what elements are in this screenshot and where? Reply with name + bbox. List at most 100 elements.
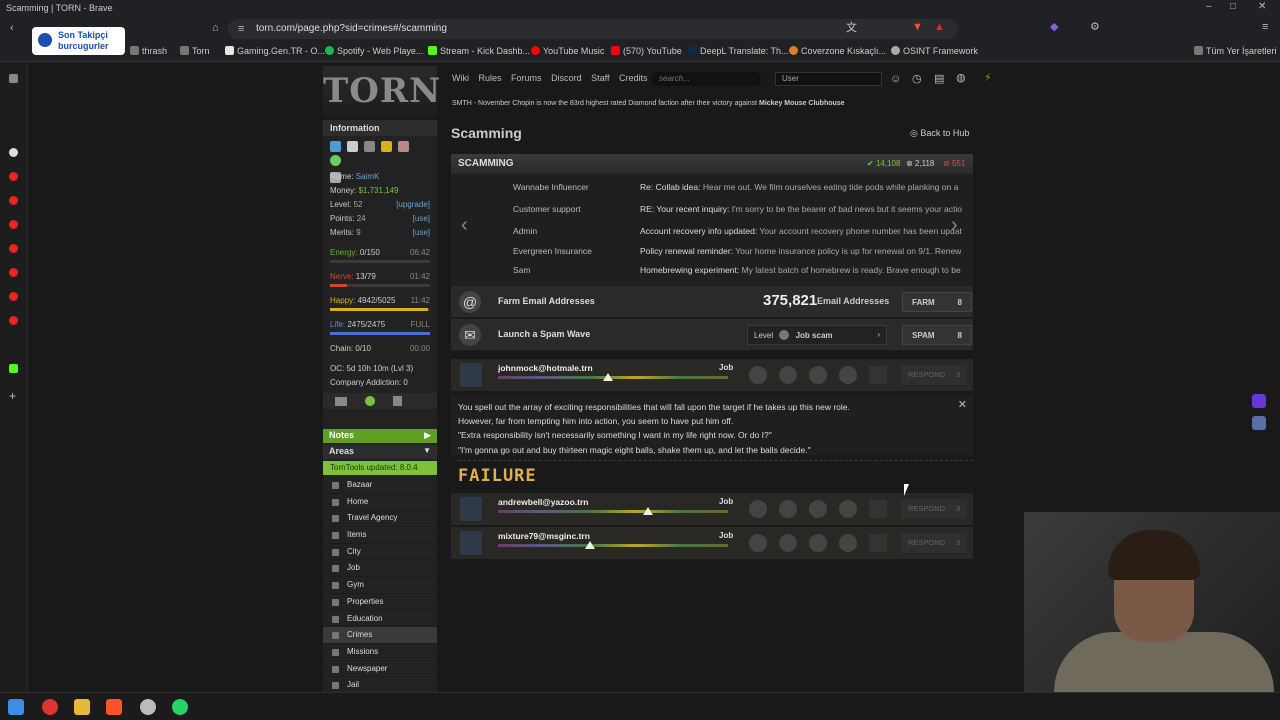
youtube-icon[interactable] xyxy=(9,196,18,205)
respond-button[interactable]: RESPOND 3 xyxy=(901,533,967,553)
awards-icon[interactable] xyxy=(393,396,402,406)
happy-bar[interactable]: Happy: 4942/5025 11:42 xyxy=(323,294,437,318)
maximize-icon[interactable]: □ xyxy=(1230,1,1236,12)
nav-rules[interactable]: Rules xyxy=(479,73,502,83)
response-option-icon[interactable] xyxy=(779,534,797,552)
kick-icon[interactable] xyxy=(9,364,18,373)
youtube-icon[interactable] xyxy=(9,172,18,181)
search-type-select[interactable]: User xyxy=(775,72,882,86)
response-option-icon[interactable] xyxy=(839,534,857,552)
bookmark-coverzone[interactable]: Coverzone Kıskaçlı... xyxy=(789,46,886,56)
brave-shields-icon[interactable]: ▼ xyxy=(912,22,923,33)
areas-header[interactable]: Areas ▼ xyxy=(323,445,437,459)
extensions-icon[interactable]: ⚙ xyxy=(1090,22,1100,33)
notes-toggle[interactable]: Notes ▶ xyxy=(323,429,437,443)
youtube-icon[interactable] xyxy=(9,292,18,301)
messages-icon[interactable] xyxy=(335,397,347,406)
inbox-row[interactable]: Wannabe Influencer Re: Collab idea: Hear … xyxy=(451,182,973,202)
youtube-icon[interactable] xyxy=(9,268,18,277)
response-option-icon[interactable] xyxy=(809,534,827,552)
carousel-next-icon[interactable]: › xyxy=(951,214,958,237)
bookmark-spotify[interactable]: Spotify - Web Playe... xyxy=(325,46,423,56)
youtube-icon[interactable] xyxy=(9,316,18,325)
sidebar-item-travel-agency[interactable]: Travel Agency xyxy=(323,510,437,528)
clock-icon[interactable]: ◷ xyxy=(912,74,922,85)
use-points-link[interactable]: [use] xyxy=(413,214,430,223)
calendar-icon[interactable]: ▤ xyxy=(934,74,944,85)
sidebar-item-newspaper[interactable]: Newspaper xyxy=(323,661,437,678)
site-settings-icon[interactable]: ≡ xyxy=(238,24,244,35)
inbox-row[interactable]: Evergreen Insurance Policy renewal remind… xyxy=(451,246,973,266)
sidebar-item-gym[interactable]: Gym xyxy=(323,577,437,594)
response-option-icon[interactable] xyxy=(749,366,767,384)
money-icon[interactable] xyxy=(869,366,887,384)
nav-forums[interactable]: Forums xyxy=(511,73,542,83)
bookmark-thrash[interactable]: thrash xyxy=(130,46,167,56)
back-to-hub-link[interactable]: ◎ Back to Hub xyxy=(910,128,969,139)
sidebar-item-education[interactable]: Education xyxy=(323,611,437,628)
sidebar-item-missions[interactable]: Missions xyxy=(323,644,437,661)
spam-type-select[interactable]: Level Job scam › xyxy=(747,325,887,345)
response-option-icon[interactable] xyxy=(749,500,767,518)
response-option-icon[interactable] xyxy=(749,534,767,552)
sidebar-item-home[interactable]: Home xyxy=(323,494,437,511)
torntools-icon[interactable]: ⚡ xyxy=(984,73,992,84)
sidebar-item-crimes[interactable]: Crimes xyxy=(323,627,437,644)
bookmark-deepl[interactable]: DeepL Translate: Th... xyxy=(688,46,789,56)
target-row[interactable]: johnmock@hotmale.trn Job RESPOND 3 xyxy=(451,359,973,391)
sidebar-item-bazaar[interactable]: Bazaar xyxy=(323,477,437,494)
start-icon[interactable] xyxy=(8,699,24,715)
extension-icon[interactable]: ◆ xyxy=(1050,22,1058,33)
response-option-icon[interactable] xyxy=(779,500,797,518)
nerve-bar[interactable]: Nerve: 13/79 01:42 xyxy=(323,270,437,294)
oc-row[interactable]: OC: 5d 10h 10m (Lvl 3) xyxy=(323,362,437,376)
spam-button[interactable]: SPAM 8 xyxy=(902,325,972,345)
money-icon[interactable] xyxy=(869,534,887,552)
upgrade-link[interactable]: [upgrade] xyxy=(396,200,430,209)
brave-rewards-icon[interactable]: ▲ xyxy=(934,22,945,33)
whatsapp-icon[interactable] xyxy=(172,699,188,715)
sidebar-toggle-icon[interactable] xyxy=(9,74,18,83)
sidebar-item-city[interactable]: City xyxy=(323,544,437,561)
youtube-icon[interactable] xyxy=(9,244,18,253)
farm-button[interactable]: FARM 8 xyxy=(902,292,972,312)
energy-bar[interactable]: Energy: 0/150 06:42 xyxy=(323,246,437,270)
money-icon[interactable] xyxy=(869,500,887,518)
news-ticker[interactable]: SMTH - November Chopin is now the 83rd h… xyxy=(452,100,845,107)
response-option-icon[interactable] xyxy=(809,366,827,384)
obs-icon[interactable] xyxy=(140,699,156,715)
sidebar-item-items[interactable]: Items xyxy=(323,527,437,544)
inbox-row[interactable]: Sam Homebrewing experiment: My latest bat… xyxy=(451,265,973,285)
nav-staff[interactable]: Staff xyxy=(591,73,609,83)
bookmark-gaming[interactable]: Gaming.Gen.TR - O... xyxy=(225,46,325,56)
add-icon[interactable]: + xyxy=(9,390,18,402)
email-carousel[interactable]: Wannabe Influencer Re: Collab idea: Hear … xyxy=(451,174,973,286)
people-icon[interactable]: ☺ xyxy=(890,74,901,85)
target-row[interactable]: andrewbell@yazoo.trn Job RESPOND 3 xyxy=(451,493,973,525)
life-bar[interactable]: Life: 2475/2475 FULL xyxy=(323,318,437,342)
nav-credits[interactable]: Credits xyxy=(619,73,648,83)
file-explorer-icon[interactable] xyxy=(74,699,90,715)
site-search-input[interactable]: search... xyxy=(651,72,761,86)
translate-panel-icon[interactable] xyxy=(1252,416,1266,430)
response-option-icon[interactable] xyxy=(779,366,797,384)
use-merits-link[interactable]: [use] xyxy=(413,228,430,237)
torn-logo[interactable]: TORN xyxy=(323,66,440,116)
nav-discord[interactable]: Discord xyxy=(551,73,582,83)
response-option-icon[interactable] xyxy=(839,366,857,384)
bookmark-youtube[interactable]: (570) YouTube xyxy=(611,46,682,56)
carousel-prev-icon[interactable]: ‹ xyxy=(461,214,468,237)
sidebar-item-job[interactable]: Job xyxy=(323,560,437,578)
opera-icon[interactable] xyxy=(42,699,58,715)
youtube-icon[interactable] xyxy=(9,220,18,229)
torntools-update[interactable]: TornTools updated: 8.0.4 xyxy=(323,461,437,475)
close-window-icon[interactable]: ✕ xyxy=(1258,1,1266,12)
app-icon[interactable] xyxy=(9,148,18,157)
bookmark-youtube-music[interactable]: YouTube Music xyxy=(531,46,604,56)
response-option-icon[interactable] xyxy=(839,500,857,518)
translate-icon[interactable]: 文 xyxy=(846,23,857,34)
bookmark-page-icon[interactable]: ⌂ xyxy=(212,23,219,34)
events-icon[interactable] xyxy=(365,396,375,406)
inbox-row[interactable]: Admin Account recovery info updated: Your… xyxy=(451,226,973,246)
nav-wiki[interactable]: Wiki xyxy=(452,73,469,83)
